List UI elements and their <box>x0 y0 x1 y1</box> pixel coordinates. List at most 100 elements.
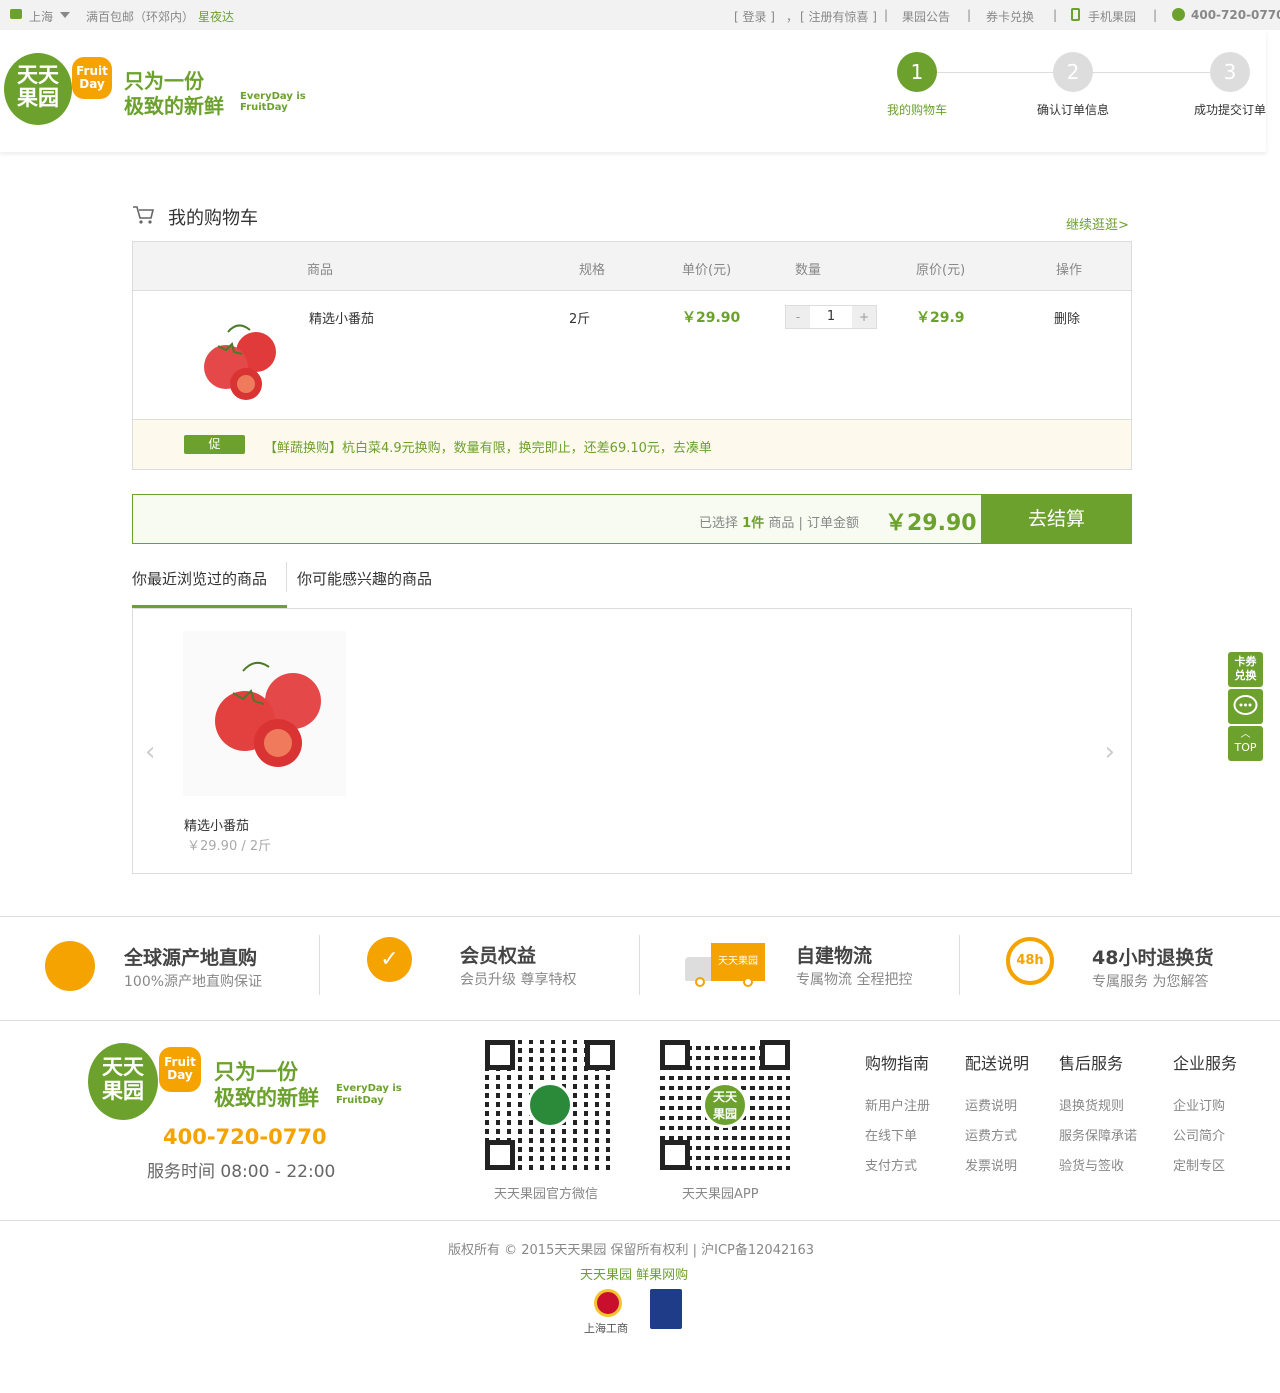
logo-line1: 天天 <box>17 63 59 87</box>
footer-link[interactable]: 运费方式 <box>965 1125 1017 1144</box>
tab-divider <box>286 562 287 592</box>
promo-text[interactable]: 【鲜蔬换购】杭白菜4.9元换购，数量有限，换完即止，还差69.10元，去凑单 <box>264 437 712 456</box>
promo-tag: 促 <box>184 435 245 454</box>
truck-icon: 天天果园 <box>685 943 765 988</box>
footer-link[interactable]: 在线下单 <box>865 1125 917 1144</box>
step-3-label: 成功提交订单 <box>1194 103 1267 117</box>
badge-1-label: 上海工商 <box>584 1322 628 1335</box>
footer-eng1: EveryDay is <box>336 1083 402 1094</box>
top-bar: 上海 满百包邮（环郊内） 星夜达 [ 登录 ] ， [ 注册有惊喜 ] | 果园… <box>0 0 1280 30</box>
service-1-title: 全球源产地直购 <box>124 947 258 969</box>
original-price: ￥29.9 <box>916 310 965 326</box>
card-exchange-float-button[interactable]: 卡券兑换 <box>1228 652 1263 687</box>
globe-icon <box>45 941 95 991</box>
phone-icon <box>1172 8 1185 21</box>
footer-link[interactable]: 验货与签收 <box>1059 1155 1124 1174</box>
service-2-sub: 会员升级 尊享特权 <box>460 972 577 988</box>
app-logo-icon: 天天果园 <box>702 1082 748 1128</box>
recent-product-image[interactable] <box>183 631 346 796</box>
footer-phone: 400-720-0770 <box>163 1125 327 1149</box>
mobile-app-link[interactable]: 手机果园 <box>1088 8 1136 25</box>
logo-badge: Fruit Day <box>72 57 112 99</box>
cart-icon <box>132 205 155 228</box>
footer-link[interactable]: 服务保障承诺 <box>1059 1125 1137 1144</box>
slogan-line2: 极致的新鲜 <box>124 94 224 118</box>
step-3: 3 <box>1210 52 1250 92</box>
prev-arrow-icon[interactable]: ‹ <box>145 737 155 767</box>
tab-recently-viewed[interactable]: 你最近浏览过的商品 <box>132 568 267 589</box>
register-link[interactable]: [ 注册有惊喜 ] <box>800 8 877 25</box>
service-strip: 全球源产地直购 100%源产地直购保证 ✓ 会员权益 会员升级 尊享特权 天天果… <box>0 916 1280 1021</box>
product-spec: 2斤 <box>569 312 591 327</box>
footer-logo: 天天 果园 <box>88 1043 158 1120</box>
card-exchange-link[interactable]: 券卡兑换 <box>986 8 1034 25</box>
col-product: 商品 <box>307 263 334 278</box>
footer-brand-links[interactable]: 天天果园 鲜果网购 <box>580 1264 688 1283</box>
qty-input[interactable]: 1 <box>810 306 852 328</box>
selected-prefix: 已选择 <box>699 516 739 531</box>
footer-link[interactable]: 新用户注册 <box>865 1095 930 1114</box>
service-3-title: 自建物流 <box>796 945 873 967</box>
app-qr-code: 天天果园 <box>660 1040 790 1170</box>
col-qty: 数量 <box>795 263 822 278</box>
footer-link[interactable]: 企业订购 <box>1173 1095 1225 1114</box>
continue-shopping-link[interactable]: 继续逛逛> <box>1066 214 1129 233</box>
recent-product-name[interactable]: 精选小番茄 <box>184 815 249 834</box>
city-selector[interactable]: 上海 <box>29 8 53 25</box>
footer-link[interactable]: 退换货规则 <box>1059 1095 1124 1114</box>
police-badge-icon[interactable] <box>594 1289 622 1317</box>
login-link[interactable]: [ 登录 ] <box>734 8 775 25</box>
logo-line2: 果园 <box>17 86 59 110</box>
cart-table-header: 商品 规格 单价(元) 数量 原价(元) 操作 <box>132 241 1132 291</box>
footer-col-2-title: 配送说明 <box>965 1054 1030 1073</box>
selected-suffix: 商品 | 订单金额 <box>768 516 859 531</box>
slogan-eng2: FruitDay <box>240 102 288 113</box>
selected-count: 1件 <box>742 516 765 531</box>
step-1-label: 我的购物车 <box>887 103 948 117</box>
order-total: ￥29.90 <box>885 511 977 536</box>
footer-link[interactable]: 运费说明 <box>965 1095 1017 1114</box>
notice-link[interactable]: 果园公告 <box>902 8 950 25</box>
step-2-label: 确认订单信息 <box>1037 103 1110 117</box>
service-2-title: 会员权益 <box>460 945 537 967</box>
footer-slogan2: 极致的新鲜 <box>214 1086 319 1110</box>
checkout-button[interactable]: 去结算 <box>981 494 1132 544</box>
footer-link[interactable]: 定制专区 <box>1173 1155 1225 1174</box>
qty-plus-button[interactable]: + <box>852 306 876 328</box>
delete-button[interactable]: 删除 <box>1054 308 1080 327</box>
step-1: 1 <box>897 52 937 92</box>
safety-badge-icon[interactable] <box>650 1289 682 1329</box>
product-name[interactable]: 精选小番茄 <box>309 308 374 327</box>
footer-link[interactable]: 发票说明 <box>965 1155 1017 1174</box>
qty-minus-button[interactable]: - <box>786 306 810 328</box>
col-spec: 规格 <box>579 263 606 278</box>
chat-icon[interactable] <box>1228 689 1263 724</box>
service-4-sub: 专属服务 为您解答 <box>1092 974 1209 990</box>
quantity-stepper: - 1 + <box>785 305 877 329</box>
step-2: 2 <box>1053 52 1093 92</box>
truck-icon <box>10 9 22 19</box>
tab-may-like[interactable]: 你可能感兴趣的商品 <box>297 568 432 589</box>
chevron-down-icon[interactable] <box>60 12 70 18</box>
footer-eng2: FruitDay <box>336 1095 384 1106</box>
footer-link[interactable]: 支付方式 <box>865 1155 917 1174</box>
express-link[interactable]: 星夜达 <box>198 8 234 25</box>
medal-icon: ✓ <box>367 937 412 982</box>
promo-bar: 促 【鲜蔬换购】杭白菜4.9元换购，数量有限，换完即止，还差69.10元，去凑单 <box>132 420 1132 470</box>
logo[interactable]: 天天 果园 <box>4 53 72 125</box>
recent-products-panel: ‹ › 精选小番茄 ￥29.90 / 2斤 <box>132 608 1132 874</box>
return-48h-icon: 48h <box>1006 937 1054 985</box>
wechat-qr-label: 天天果园官方微信 <box>494 1187 599 1202</box>
unit-price: ￥29.90 <box>682 310 741 326</box>
footer-col-3-title: 售后服务 <box>1059 1054 1124 1073</box>
service-1-sub: 100%源产地直购保证 <box>124 974 263 990</box>
next-arrow-icon[interactable]: › <box>1105 737 1115 767</box>
wechat-user-icon <box>527 1082 573 1128</box>
product-image[interactable] <box>188 312 288 407</box>
back-to-top-button[interactable]: ︿ TOP <box>1228 726 1263 761</box>
back-to-top-label: TOP <box>1234 741 1257 754</box>
shipping-info: 满百包邮（环郊内） <box>86 10 195 24</box>
footer-link[interactable]: 公司简介 <box>1173 1125 1225 1144</box>
footer-divider <box>0 1220 1280 1221</box>
cart-title: 我的购物车 <box>168 208 258 229</box>
